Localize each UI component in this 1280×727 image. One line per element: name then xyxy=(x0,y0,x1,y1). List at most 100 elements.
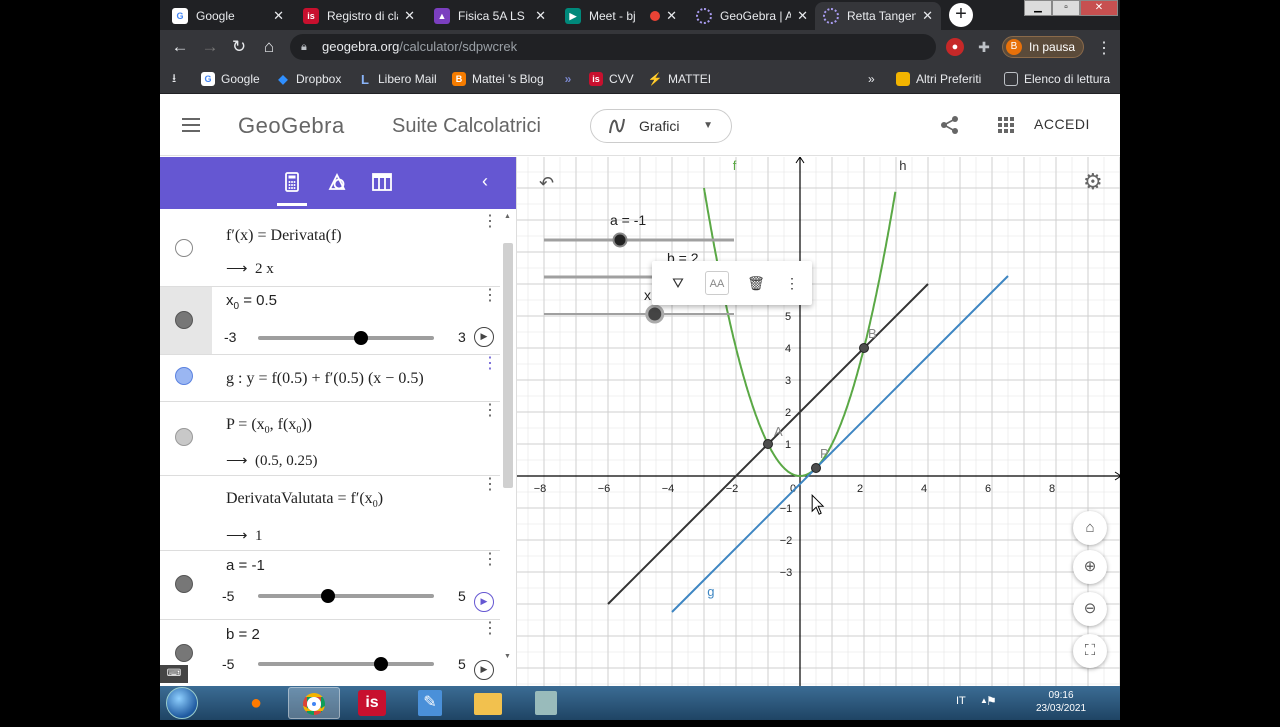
scroll-down-icon[interactable]: ▼ xyxy=(504,653,511,660)
slider-definition[interactable]: x0 = 0.5 xyxy=(226,292,277,312)
bookmark-google[interactable]: G Google xyxy=(201,64,260,94)
share-icon[interactable] xyxy=(940,115,960,135)
more-icon[interactable]: ⋮ xyxy=(482,214,498,230)
fullscreen-button[interactable]: ⛶ xyxy=(1073,634,1107,668)
algebra-row-a-slider[interactable]: a = -1 -5 5 ▶ ⋮ xyxy=(160,551,500,620)
slider-track[interactable] xyxy=(258,589,434,603)
home-icon[interactable]: ⌂ xyxy=(259,37,279,57)
browser-tab-google[interactable]: G Google ✕ xyxy=(164,2,292,30)
maximize-button[interactable]: ▫ xyxy=(1052,0,1080,16)
slider-knob[interactable] xyxy=(374,657,389,671)
browser-tab-registro[interactable]: is Registro di cla ✕ xyxy=(295,2,423,30)
minimize-button[interactable]: ▁ xyxy=(1024,0,1052,16)
reload-icon[interactable]: ↻ xyxy=(229,37,249,57)
browser-tab-retta-tangente[interactable]: Retta Tangen ✕ xyxy=(815,2,941,30)
algebra-expression[interactable]: g : y = f(0.5) + f′(0.5) (x − 0.5) xyxy=(226,370,424,388)
undo-icon[interactable]: ↶ xyxy=(539,173,554,194)
back-icon[interactable]: ← xyxy=(170,37,190,57)
bookmark-cvv[interactable]: is CVV xyxy=(589,64,634,94)
menu-icon[interactable] xyxy=(182,118,200,132)
bookmark-mattei-blog[interactable]: B Mattei 's Blog xyxy=(452,64,544,94)
browser-tab-meet[interactable]: ▶ Meet - bj ✕ xyxy=(557,2,685,30)
puzzle-icon[interactable]: ✚ xyxy=(975,38,993,56)
keyboard-icon[interactable]: ⌨ xyxy=(160,665,188,683)
login-button[interactable]: ACCEDI xyxy=(1034,116,1090,132)
action-center-flag-icon[interactable]: ⚑ xyxy=(986,694,997,708)
visibility-toggle[interactable] xyxy=(175,575,193,593)
reading-list[interactable]: Elenco di lettura xyxy=(1004,64,1110,94)
delete-icon[interactable]: 🗑︎ xyxy=(744,271,768,295)
fill-color-icon[interactable]: ⛛ xyxy=(666,271,690,295)
algebra-row-point-p[interactable]: P = (x0, f(x0)) ⟶ (0.5, 0.25) ⋮ xyxy=(160,402,500,476)
play-icon[interactable]: ▶ xyxy=(474,660,494,680)
slider-knob[interactable] xyxy=(321,589,336,603)
close-icon[interactable]: ✕ xyxy=(535,8,546,24)
algebra-expression[interactable]: DerivataValutata = f′(x0) xyxy=(226,490,383,510)
more-icon[interactable]: ⋮ xyxy=(482,288,498,304)
is-app-icon[interactable]: is xyxy=(346,687,398,719)
algebra-row-b-slider[interactable]: b = 2 -5 5 ▶ ⋮ xyxy=(160,620,500,686)
visibility-toggle[interactable] xyxy=(175,367,193,385)
algebra-expression[interactable]: P = (x0, f(x0)) xyxy=(226,416,312,436)
play-icon[interactable]: ▶ xyxy=(474,327,494,347)
tools-icon[interactable] xyxy=(324,171,350,197)
more-icon[interactable]: ⋮ xyxy=(482,477,498,493)
geogebra-logo[interactable]: GeoGebra xyxy=(238,113,345,139)
algebra-row-x0-slider[interactable]: x0 = 0.5 -3 3 ▶ ⋮ xyxy=(160,287,500,355)
bookmark-dropbox[interactable]: ◆ Dropbox xyxy=(276,64,341,94)
app-selector[interactable]: Grafici ▼ xyxy=(590,109,732,143)
network-app-icon[interactable] xyxy=(520,687,572,719)
browser-tab-fisica[interactable]: ▲ Fisica 5A LS ✕ xyxy=(426,2,554,30)
forward-icon[interactable]: → xyxy=(200,37,220,57)
profile-button[interactable]: B In pausa xyxy=(1002,36,1084,58)
visibility-toggle[interactable] xyxy=(175,239,193,257)
close-icon[interactable]: ✕ xyxy=(404,8,415,24)
notepad-icon[interactable]: ✎ xyxy=(404,687,456,719)
slider-definition[interactable]: b = 2 xyxy=(226,626,260,643)
visibility-toggle[interactable] xyxy=(175,428,193,446)
browser-tab-geogebra[interactable]: GeoGebra | A ✕ xyxy=(688,2,816,30)
play-icon[interactable]: ▶ xyxy=(474,592,494,612)
graphics-canvas[interactable]: −8 −6 −4 −2 0 2 4 6 812345−1−2−3f hgABPa = -1b = … xyxy=(517,157,1120,686)
chrome-icon[interactable] xyxy=(288,687,340,719)
address-bar[interactable]: 🔒︎ geogebra.org/calculator/sdpwcrek ☆ xyxy=(290,34,1051,60)
algebra-row-derivative[interactable]: f′(x) = Derivata(f) ⟶ 2 x ⋮ xyxy=(160,213,500,287)
apps-grid-icon[interactable] xyxy=(998,117,1014,133)
home-view-button[interactable]: ⌂ xyxy=(1073,511,1107,545)
zoom-in-button[interactable]: ⊕ xyxy=(1073,550,1107,584)
start-button[interactable] xyxy=(166,687,198,719)
bookmark-mattei[interactable]: ⚡ MATTEI xyxy=(648,64,712,94)
table-icon[interactable] xyxy=(369,171,395,197)
text-style-icon[interactable]: AA xyxy=(705,271,729,295)
more-icon[interactable]: ⋮ xyxy=(482,403,498,419)
extension-icon[interactable]: ● xyxy=(946,38,964,56)
close-window-button[interactable]: ✕ xyxy=(1080,0,1118,16)
calculator-icon[interactable] xyxy=(279,171,305,197)
clock[interactable]: 09:16 23/03/2021 xyxy=(1036,689,1086,715)
more-icon[interactable]: ⋮ xyxy=(482,356,498,372)
algebra-scrollbar[interactable]: ▲ ▼ xyxy=(503,213,513,660)
slider-knob[interactable] xyxy=(353,331,368,345)
scrollbar-thumb[interactable] xyxy=(503,243,513,488)
close-icon[interactable]: ✕ xyxy=(797,8,808,24)
bookmark-arrows[interactable]: » xyxy=(561,64,581,94)
more-icon[interactable]: ⋮ xyxy=(780,271,804,295)
firefox-icon[interactable]: ● xyxy=(230,687,282,719)
bookmarks-overflow[interactable]: » xyxy=(868,64,875,94)
algebra-expression[interactable]: f′(x) = Derivata(f) xyxy=(226,227,342,245)
slider-definition[interactable]: a = -1 xyxy=(226,557,265,574)
other-bookmarks[interactable]: Altri Preferiti xyxy=(896,64,981,94)
visibility-toggle[interactable] xyxy=(175,644,193,662)
scroll-up-icon[interactable]: ▲ xyxy=(504,213,511,220)
more-icon[interactable]: ⋮ xyxy=(482,552,498,568)
zoom-out-button[interactable]: ⊖ xyxy=(1073,592,1107,626)
close-icon[interactable]: ✕ xyxy=(273,8,284,24)
browser-menu-icon[interactable]: ⋮ xyxy=(1096,38,1112,58)
settings-gear-icon[interactable]: ⚙ xyxy=(1083,169,1103,195)
language-indicator[interactable]: IT xyxy=(956,695,966,707)
graphics-view[interactable]: −8 −6 −4 −2 0 2 4 6 8 1 2 3 4 5 −1 −2 −3 f h g A B Pa = -1 b = … xyxy=(516,157,1120,686)
visibility-toggle[interactable] xyxy=(175,311,193,329)
close-icon[interactable]: ✕ xyxy=(922,8,933,24)
collapse-panel-icon[interactable]: ‹ xyxy=(482,171,488,192)
downloads-icon[interactable]: ⭳ xyxy=(172,64,176,94)
